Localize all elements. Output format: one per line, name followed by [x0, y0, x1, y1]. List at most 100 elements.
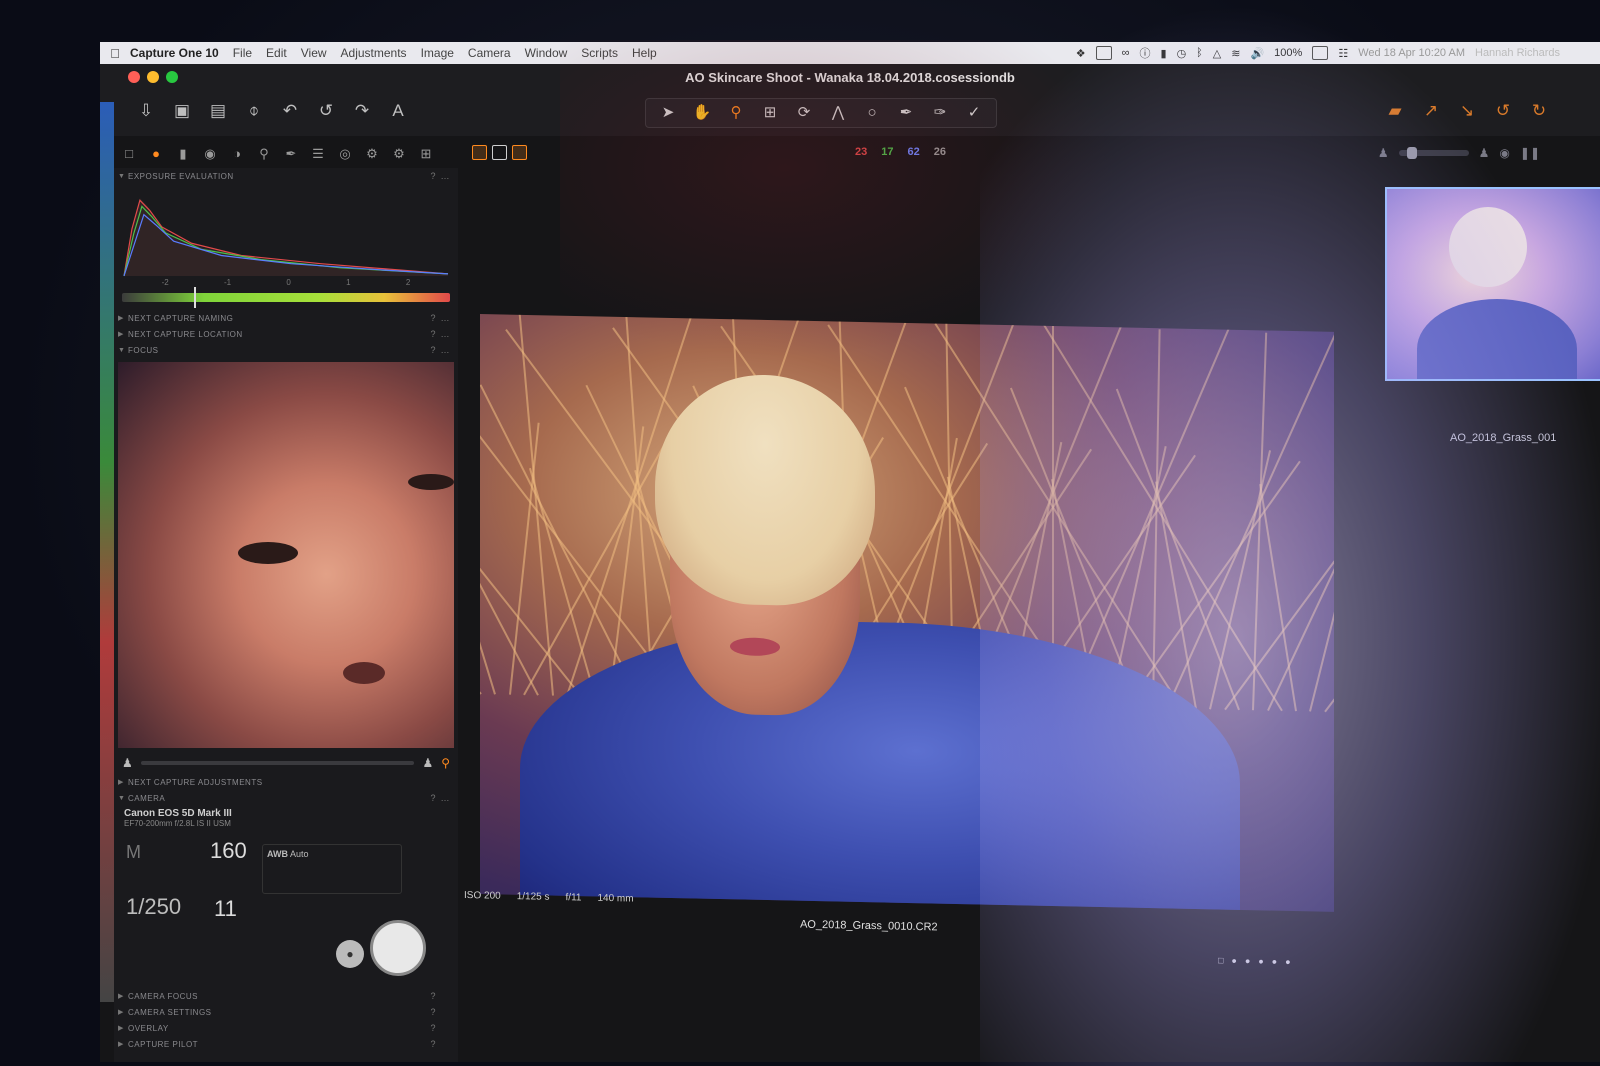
- crop-tab-icon[interactable]: ⊞: [417, 145, 435, 163]
- next-capture-naming-header[interactable]: ▶ NEXT CAPTURE NAMING ? …: [114, 310, 458, 326]
- exposure-evaluation-header[interactable]: ▼ EXPOSURE EVALUATION ? …: [114, 168, 458, 184]
- brush-tool-icon[interactable]: ✒: [892, 102, 920, 124]
- redo-icon[interactable]: ↷: [351, 100, 373, 122]
- total-count[interactable]: 26: [934, 146, 946, 158]
- spotlight-icon[interactable]: ☷: [1338, 47, 1348, 60]
- exposure-tab-icon[interactable]: ◑: [228, 145, 246, 163]
- green-tag-count[interactable]: 17: [881, 146, 893, 158]
- settings-tab-icon[interactable]: ⚙: [363, 145, 381, 163]
- trash-icon[interactable]: ⌽: [243, 100, 265, 122]
- menu-scripts[interactable]: Scripts: [581, 46, 618, 60]
- menu-app-name[interactable]: Capture One 10: [130, 46, 219, 60]
- overlay-header[interactable]: ▶ OVERLAY ?: [114, 1020, 458, 1036]
- iso-value[interactable]: 160: [210, 838, 247, 864]
- menu-help[interactable]: Help: [632, 46, 657, 60]
- more-icon[interactable]: …: [441, 345, 451, 355]
- crop-tool-icon[interactable]: ⊞: [756, 102, 784, 124]
- time-machine-icon[interactable]: ◷: [1177, 47, 1187, 60]
- grid-view-icon[interactable]: [472, 145, 487, 160]
- display-icon[interactable]: [1095, 46, 1112, 60]
- user-name[interactable]: Hannah Richards: [1475, 47, 1560, 59]
- battery-icon[interactable]: [1312, 46, 1329, 60]
- more-icon[interactable]: …: [441, 171, 451, 181]
- expand-arrow-icon[interactable]: ▶: [118, 992, 124, 1000]
- auto-adjust-icon[interactable]: A: [387, 100, 409, 122]
- eye-icon[interactable]: ◉: [1499, 146, 1509, 160]
- more-icon[interactable]: …: [441, 793, 451, 803]
- menu-camera[interactable]: Camera: [468, 46, 511, 60]
- local-adjust-tab-icon[interactable]: ✒: [282, 145, 300, 163]
- creative-cloud-icon[interactable]: ∞: [1122, 47, 1130, 59]
- next-capture-adjustments-header[interactable]: ▶ NEXT CAPTURE ADJUSTMENTS: [114, 774, 458, 790]
- output-tab-icon[interactable]: ◎: [336, 145, 354, 163]
- alert-icon[interactable]: ⓘ: [1140, 45, 1151, 61]
- page-square-icon[interactable]: □: [1218, 955, 1224, 965]
- multi-view-icon[interactable]: [512, 145, 527, 160]
- volume-icon[interactable]: 🔊: [1250, 47, 1264, 60]
- next-capture-location-header[interactable]: ▶ NEXT CAPTURE LOCATION ? …: [114, 326, 458, 342]
- minimize-window-button[interactable]: [147, 71, 159, 83]
- loupe-icon[interactable]: ⚲: [441, 756, 450, 770]
- person-icon[interactable]: ♟: [1378, 146, 1389, 160]
- eraser-icon[interactable]: ▰: [1384, 100, 1406, 122]
- collapse-arrow-icon[interactable]: ▼: [118, 347, 125, 354]
- details-tab-icon[interactable]: ⚲: [255, 145, 273, 163]
- menu-view[interactable]: View: [301, 46, 327, 60]
- capture-pilot-header[interactable]: ▶ CAPTURE PILOT ?: [114, 1036, 458, 1052]
- app-indicator-icon[interactable]: ▮: [1161, 47, 1167, 60]
- help-icon[interactable]: ?: [430, 171, 436, 181]
- export-icon[interactable]: ▤: [207, 100, 229, 122]
- camera-focus-header[interactable]: ▶ CAMERA FOCUS ?: [114, 988, 458, 1004]
- rotate-tool-icon[interactable]: ⟳: [790, 102, 818, 124]
- undo-all-icon[interactable]: ↺: [315, 100, 337, 122]
- undo-icon[interactable]: ↶: [279, 100, 301, 122]
- focus-header[interactable]: ▼ FOCUS ? …: [114, 342, 458, 358]
- lens-tab-icon[interactable]: ▮: [174, 145, 192, 163]
- metadata-tab-icon[interactable]: ☰: [309, 145, 327, 163]
- menu-image[interactable]: Image: [421, 46, 454, 60]
- page-dot-icon[interactable]: ●: [1245, 956, 1251, 966]
- pause-icon[interactable]: ❚❚: [1520, 146, 1540, 160]
- help-icon[interactable]: ?: [430, 1039, 436, 1049]
- pan-tool-icon[interactable]: ✋: [688, 102, 716, 124]
- close-window-button[interactable]: [128, 71, 140, 83]
- live-view-button[interactable]: ●: [336, 940, 364, 968]
- zoom-tool-icon[interactable]: ⚲: [722, 102, 750, 124]
- shutter-value[interactable]: 1/250: [126, 894, 181, 920]
- batch-tab-icon[interactable]: ⚙: [390, 145, 408, 163]
- camera-model[interactable]: Canon EOS 5D Mark III: [124, 808, 448, 819]
- select-tool-icon[interactable]: ➤: [654, 102, 682, 124]
- expand-arrow-icon[interactable]: ▶: [118, 314, 124, 322]
- page-dot-icon[interactable]: ●: [1231, 956, 1237, 966]
- help-icon[interactable]: ?: [430, 345, 436, 355]
- more-icon[interactable]: …: [441, 313, 451, 323]
- help-icon[interactable]: ?: [430, 329, 436, 339]
- library-tab-icon[interactable]: □: [120, 145, 138, 163]
- blue-tag-count[interactable]: 62: [908, 146, 920, 158]
- expand-arrow-icon[interactable]: ▶: [118, 1040, 124, 1048]
- wifi-icon[interactable]: ≋: [1231, 47, 1240, 60]
- expand-arrow-icon[interactable]: ▶: [118, 1024, 124, 1032]
- macos-dock[interactable]: [100, 102, 114, 1002]
- apply-icon[interactable]: ↘: [1456, 100, 1478, 122]
- camera-settings-header[interactable]: ▶ CAMERA SETTINGS ?: [114, 1004, 458, 1020]
- help-icon[interactable]: ?: [430, 991, 436, 1001]
- page-dot-icon[interactable]: ●: [1285, 957, 1291, 967]
- reset-icon[interactable]: ↺: [1492, 100, 1514, 122]
- color-tab-icon[interactable]: ◉: [201, 145, 219, 163]
- bluetooth-icon[interactable]: ᛒ: [1196, 47, 1203, 59]
- help-icon[interactable]: ?: [430, 313, 436, 323]
- menu-file[interactable]: File: [233, 46, 252, 60]
- help-icon[interactable]: ?: [430, 793, 436, 803]
- aperture-value[interactable]: 11: [214, 896, 237, 922]
- clock[interactable]: Wed 18 Apr 10:20 AM: [1358, 47, 1465, 59]
- person-large-icon[interactable]: ♟: [1479, 146, 1490, 160]
- page-dot-icon[interactable]: ●: [1272, 956, 1278, 966]
- page-dot-icon[interactable]: ●: [1258, 956, 1264, 966]
- apple-menu-icon[interactable]: : [100, 46, 130, 61]
- image-viewer[interactable]: [480, 314, 1334, 912]
- capture-button[interactable]: [370, 920, 426, 976]
- shooting-mode[interactable]: M: [126, 842, 141, 863]
- small-person-icon[interactable]: ♟: [122, 756, 133, 770]
- white-balance-box[interactable]: AWB Auto: [262, 844, 402, 894]
